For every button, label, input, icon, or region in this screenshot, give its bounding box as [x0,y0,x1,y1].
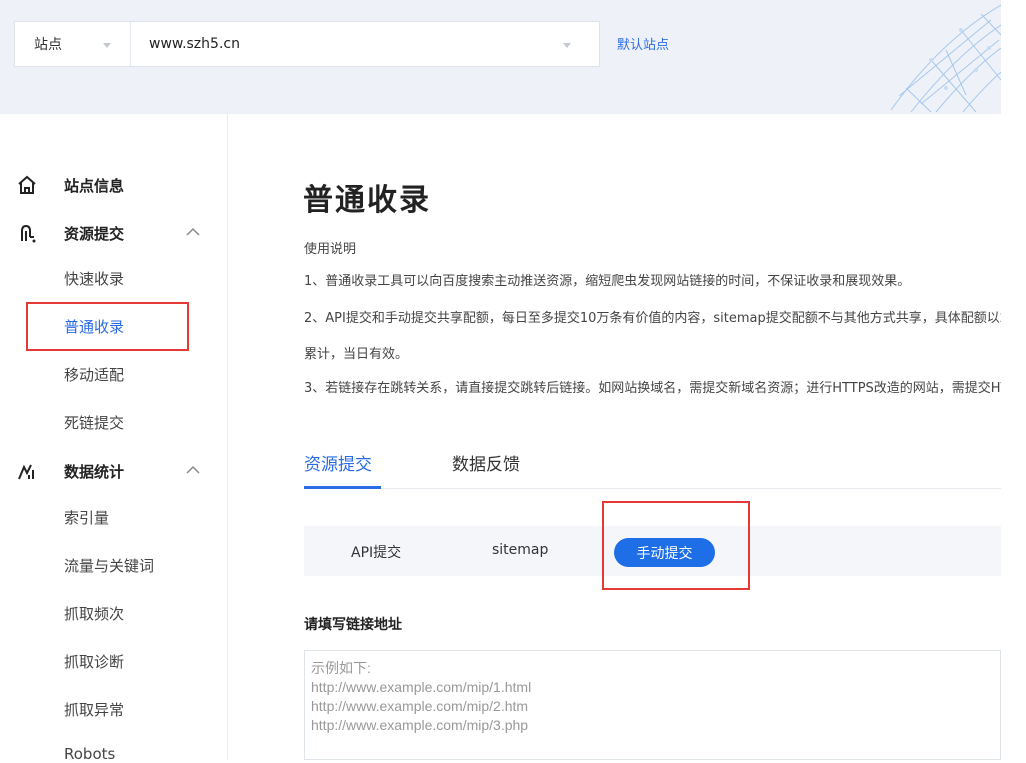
globe-decoration-icon [890,4,1001,113]
resource-submit-icon [21,224,36,243]
sidebar-item-deadlink-submit[interactable]: 死链提交 [64,412,124,433]
url-textarea[interactable]: 示例如下: http://www.example.com/mip/1.html … [304,650,1001,760]
default-site-link[interactable]: 默认站点 [617,34,669,53]
chart-icon [18,464,34,480]
sidebar-item-crawl-frequency[interactable]: 抓取频次 [64,603,124,624]
site-type-label: 站点 [34,37,62,53]
chevron-up-icon[interactable] [186,227,200,237]
site-domain-dropdown[interactable]: www.szh5.cn [131,22,599,66]
usage-line: 2、API提交和手动提交共享配额，每日至多提交10万条有价值的内容，sitema… [304,311,1001,326]
sidebar-item-mobile-adapt[interactable]: 移动适配 [64,364,124,385]
sidebar-item-index-volume[interactable]: 索引量 [64,507,109,528]
chevron-up-icon[interactable] [186,465,200,475]
sidebar-item-crawl-diagnosis[interactable]: 抓取诊断 [64,651,124,672]
subtab-sitemap[interactable]: sitemap [492,542,548,558]
url-field-label: 请填写链接地址 [304,617,402,633]
highlight-box-sidebar [26,302,189,351]
usage-title: 使用说明 [304,242,357,257]
usage-line: 3、若链接存在跳转关系，请直接提交跳转后链接。如网站换域名，需提交新域名资源；进… [304,381,1001,396]
usage-line: 1、普通收录工具可以向百度搜索主动推送资源，缩短爬虫发现网站链接的时间，不保证收… [304,274,911,289]
sidebar-group-data-stats[interactable]: 数据统计 [0,451,228,491]
site-selector[interactable]: 站点 www.szh5.cn [14,21,600,67]
page-title: 普通收录 [303,183,431,218]
sidebar-item-robots[interactable]: Robots [64,745,115,763]
sidebar-group-label: 站点信息 [64,176,125,195]
sidebar-item-traffic-keywords[interactable]: 流量与关键词 [64,555,154,576]
site-header-bar: 站点 www.szh5.cn 默认站点 [0,0,1001,114]
tab-resource-submit[interactable]: 资源提交 [304,450,372,475]
sidebar-group-label: 数据统计 [64,462,125,481]
active-tab-indicator [304,486,381,489]
usage-line: 累计，当日有效。 [304,347,409,362]
chevron-down-icon [563,43,571,48]
tabs-divider [304,488,1001,489]
home-icon [18,175,36,194]
site-domain-value: www.szh5.cn [149,36,240,52]
subtab-api-submit[interactable]: API提交 [351,542,401,562]
sidebar-item-crawl-errors[interactable]: 抓取异常 [64,699,124,720]
site-type-dropdown[interactable]: 站点 [15,22,131,66]
chevron-down-icon [103,43,111,48]
sidebar-group-site-info[interactable]: 站点信息 [0,165,228,205]
sidebar-group-label: 资源提交 [64,224,125,243]
tab-data-feedback[interactable]: 数据反馈 [452,450,520,475]
sidebar-group-resource-submit[interactable]: 资源提交 [0,213,228,253]
sidebar-item-fast-index[interactable]: 快速收录 [64,268,124,289]
highlight-box-manual-submit [602,501,750,590]
